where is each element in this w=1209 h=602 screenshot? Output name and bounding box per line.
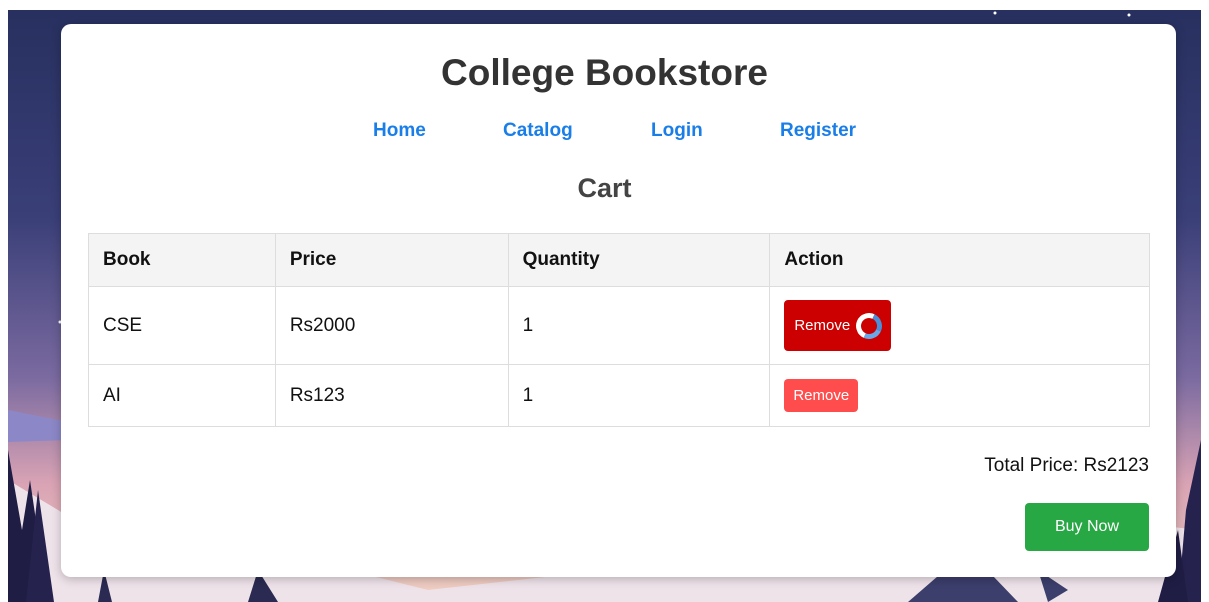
column-header-book: Book: [88, 233, 276, 287]
remove-button-label: Remove: [794, 317, 851, 334]
main-nav: Home Catalog Login Register: [0, 118, 1209, 144]
site-title: College Bookstore: [441, 52, 768, 93]
viewport: College Bookstore Home Catalog Login Reg…: [0, 0, 1209, 602]
table-row: AI Rs123 1 Remove: [88, 364, 1150, 427]
spinner-icon: [852, 308, 886, 343]
cart-heading: Cart: [577, 173, 632, 203]
cell-action: Remove: [769, 364, 1150, 427]
remove-button[interactable]: Remove: [784, 300, 892, 351]
column-header-action: Action: [769, 233, 1150, 287]
nav-login-link[interactable]: Login: [651, 118, 703, 144]
remove-button-label: Remove: [793, 387, 850, 404]
column-header-quantity: Quantity: [507, 233, 771, 287]
cell-action: Remove: [769, 286, 1150, 365]
cell-quantity: 1: [507, 364, 771, 427]
column-header-price: Price: [274, 233, 509, 287]
cell-book: CSE: [88, 286, 276, 365]
nav-home-link[interactable]: Home: [373, 118, 426, 144]
cell-price: Rs2000: [274, 286, 509, 365]
remove-button[interactable]: Remove: [784, 379, 859, 412]
cell-price: Rs123: [274, 364, 509, 427]
cart-table: Book Price Quantity Action CSE Rs2000 1 …: [88, 233, 1150, 427]
cell-quantity: 1: [507, 286, 771, 365]
buy-now-button[interactable]: Buy Now: [1025, 503, 1149, 551]
nav-catalog-link[interactable]: Catalog: [503, 118, 573, 144]
total-price: Total Price: Rs2123: [984, 455, 1149, 476]
table-row: CSE Rs2000 1 Remove: [88, 286, 1150, 365]
table-header-row: Book Price Quantity Action: [88, 233, 1150, 287]
cell-book: AI: [88, 364, 276, 427]
nav-register-link[interactable]: Register: [780, 118, 856, 144]
